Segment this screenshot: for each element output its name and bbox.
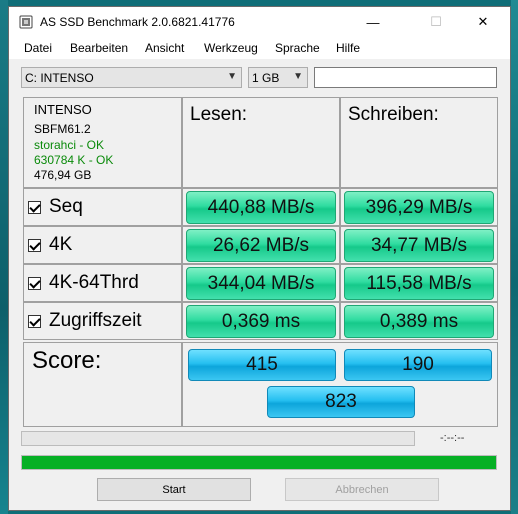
4k-read-value: 26,62 MB/s bbox=[186, 229, 336, 262]
size-select-value: 1 GB bbox=[252, 71, 280, 85]
drive-alignment-status: 630784 K - OK bbox=[34, 153, 114, 167]
score-read: 415 bbox=[188, 349, 336, 381]
4k-write-value: 34,77 MB/s bbox=[344, 229, 494, 262]
row-seq-write-cell: 396,29 MB/s bbox=[340, 188, 498, 226]
size-select[interactable]: 1 GB ▼ bbox=[248, 67, 308, 88]
4k-checkbox[interactable]: 4K bbox=[28, 234, 72, 256]
minimize-button[interactable]: — bbox=[350, 7, 396, 37]
drive-select-value: C: INTENSO bbox=[25, 71, 94, 85]
window-title: AS SSD Benchmark 2.0.6821.41776 bbox=[40, 15, 235, 29]
seq-write-value: 396,29 MB/s bbox=[344, 191, 494, 224]
app-window: AS SSD Benchmark 2.0.6821.41776 — ☐ ✕ Da… bbox=[8, 6, 511, 511]
seq-label: Seq bbox=[49, 196, 83, 217]
seq-read-value: 440,88 MB/s bbox=[186, 191, 336, 224]
drive-name: INTENSO bbox=[34, 102, 92, 117]
chevron-down-icon: ▼ bbox=[293, 71, 303, 82]
row-seq-read-cell: 440,88 MB/s bbox=[182, 188, 340, 226]
seq-checkbox[interactable]: Seq bbox=[28, 196, 83, 218]
drive-info-panel: INTENSO SBFM61.2 storahci - OK 630784 K … bbox=[23, 97, 182, 188]
4k64-write-value: 115,58 MB/s bbox=[344, 267, 494, 300]
menu-werkzeug[interactable]: Werkzeug bbox=[204, 41, 258, 55]
drive-driver-status: storahci - OK bbox=[34, 138, 105, 152]
access-label: Zugriffszeit bbox=[49, 310, 142, 331]
row-4k64-write-cell: 115,58 MB/s bbox=[340, 264, 498, 302]
4k64-checkbox[interactable]: 4K-64Thrd bbox=[28, 272, 139, 294]
write-header-cell: Schreiben: bbox=[340, 97, 498, 188]
row-access-label-cell: Zugriffszeit bbox=[23, 302, 182, 340]
menu-bar: Datei Bearbeiten Ansicht Werkzeug Sprach… bbox=[9, 37, 510, 59]
chevron-down-icon: ▼ bbox=[227, 71, 237, 82]
checkbox-icon bbox=[28, 314, 41, 328]
4k64-label: 4K-64Thrd bbox=[49, 272, 139, 293]
checkbox-icon bbox=[28, 276, 41, 290]
app-icon bbox=[19, 15, 33, 29]
score-values-cell: 415 190 823 bbox=[182, 342, 498, 427]
score-label-cell: Score: bbox=[23, 342, 182, 427]
write-header: Schreiben: bbox=[348, 104, 439, 125]
access-write-value: 0,389 ms bbox=[344, 305, 494, 338]
row-access-write-cell: 0,389 ms bbox=[340, 302, 498, 340]
checkbox-icon bbox=[28, 200, 41, 214]
menu-sprache[interactable]: Sprache bbox=[275, 41, 320, 55]
menu-ansicht[interactable]: Ansicht bbox=[145, 41, 184, 55]
row-4k64-read-cell: 344,04 MB/s bbox=[182, 264, 340, 302]
score-write: 190 bbox=[344, 349, 492, 381]
row-4k-read-cell: 26,62 MB/s bbox=[182, 226, 340, 264]
total-progress-fill bbox=[22, 456, 496, 469]
drive-select[interactable]: C: INTENSO ▼ bbox=[21, 67, 242, 88]
menu-datei[interactable]: Datei bbox=[24, 41, 52, 55]
start-button[interactable]: Start bbox=[97, 478, 251, 501]
extra-textbox[interactable] bbox=[314, 67, 497, 88]
drive-capacity: 476,94 GB bbox=[34, 168, 92, 182]
score-total: 823 bbox=[267, 386, 415, 418]
4k-label: 4K bbox=[49, 234, 73, 255]
read-header: Lesen: bbox=[190, 104, 248, 125]
menu-hilfe[interactable]: Hilfe bbox=[336, 41, 360, 55]
row-4k64-label-cell: 4K-64Thrd bbox=[23, 264, 182, 302]
access-checkbox[interactable]: Zugriffszeit bbox=[28, 310, 142, 332]
read-header-cell: Lesen: bbox=[182, 97, 340, 188]
checkbox-icon bbox=[28, 238, 41, 252]
drive-firmware: SBFM61.2 bbox=[34, 122, 91, 136]
row-4k-write-cell: 34,77 MB/s bbox=[340, 226, 498, 264]
4k64-read-value: 344,04 MB/s bbox=[186, 267, 336, 300]
close-button[interactable]: ✕ bbox=[460, 7, 506, 37]
elapsed-time: -:--:-- bbox=[440, 432, 465, 444]
row-seq-label-cell: Seq bbox=[23, 188, 182, 226]
abort-button[interactable]: Abbrechen bbox=[285, 478, 439, 501]
maximize-button[interactable]: ☐ bbox=[413, 7, 459, 37]
access-read-value: 0,369 ms bbox=[186, 305, 336, 338]
row-access-read-cell: 0,369 ms bbox=[182, 302, 340, 340]
desktop-background-right bbox=[511, 0, 518, 514]
test-progress-bar bbox=[21, 431, 415, 446]
desktop-background-left bbox=[0, 0, 8, 514]
score-label: Score: bbox=[32, 347, 102, 374]
menu-bearbeiten[interactable]: Bearbeiten bbox=[70, 41, 128, 55]
title-bar: AS SSD Benchmark 2.0.6821.41776 — ☐ ✕ bbox=[9, 7, 510, 37]
total-progress-bar bbox=[21, 455, 497, 470]
row-4k-label-cell: 4K bbox=[23, 226, 182, 264]
results-grid: INTENSO SBFM61.2 storahci - OK 630784 K … bbox=[23, 97, 498, 429]
